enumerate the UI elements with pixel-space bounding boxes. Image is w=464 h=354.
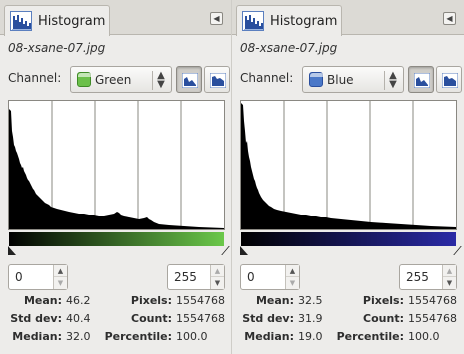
logarithmic-histogram-button[interactable] [204, 66, 230, 93]
percentile-value: 100.0 [408, 330, 440, 343]
stat-row: Median: 32.0 Percentile: 100.0 [0, 330, 232, 346]
histogram-tab[interactable]: Histogram [236, 5, 342, 36]
percentile-label: Percentile: [104, 330, 172, 343]
tab-label: Histogram [270, 13, 338, 29]
tab-label: Histogram [38, 13, 106, 29]
channel-value: Green [95, 72, 132, 87]
mean-label: Mean: [23, 294, 62, 307]
range-min-spinbox[interactable]: 0 ▲ ▼ [240, 264, 300, 290]
range-max-value: 255 [174, 270, 197, 284]
stat-row: Std dev: 40.4 Count: 1554768 [0, 312, 232, 328]
mean-label: Mean: [255, 294, 294, 307]
histogram-icon [10, 11, 32, 31]
channel-gradient-bar [9, 232, 224, 246]
logarithmic-histogram-button[interactable] [436, 66, 462, 93]
stat-row: Std dev: 31.9 Count: 1554768 [232, 312, 464, 328]
spin-buttons: ▲ ▼ [285, 265, 299, 289]
spin-buttons: ▲ ▼ [53, 265, 67, 289]
range-start-handle[interactable] [240, 246, 248, 255]
tab-menu-icon[interactable]: ◀ [443, 12, 456, 25]
range-end-handle[interactable] [217, 246, 225, 255]
stddev-label: Std dev: [242, 312, 294, 325]
median-value: 32.0 [66, 330, 91, 343]
histogram-panel-green: Histogram ◀ 08-xsane-07.jpg Channel: Gre… [0, 0, 232, 354]
increment-icon[interactable]: ▲ [443, 265, 456, 277]
select-divider [152, 71, 153, 90]
count-value: 1554768 [176, 312, 225, 325]
select-arrows-icon: ▲ ▼ [157, 70, 165, 90]
dock-tab-bar: Histogram ◀ [232, 0, 464, 36]
increment-icon[interactable]: ▲ [286, 265, 299, 277]
decrement-icon[interactable]: ▼ [286, 277, 299, 289]
channel-select[interactable]: Green ▲ ▼ [70, 66, 172, 93]
range-start-handle[interactable] [8, 246, 16, 255]
linear-histogram-button[interactable] [176, 66, 202, 93]
stddev-value: 40.4 [66, 312, 91, 325]
median-label: Median: [12, 330, 62, 343]
decrement-icon[interactable]: ▼ [211, 277, 224, 289]
histogram-panel-blue: Histogram ◀ 08-xsane-07.jpg Channel: Blu… [232, 0, 464, 354]
pixels-label: Pixels: [130, 294, 172, 307]
select-arrows-icon: ▲ ▼ [389, 70, 397, 90]
channel-label: Channel: [8, 71, 62, 85]
mean-value: 46.2 [66, 294, 91, 307]
range-min-spinbox[interactable]: 0 ▲ ▼ [8, 264, 68, 290]
range-markers[interactable] [8, 246, 225, 256]
channel-row: Channel: Blue ▲ ▼ [240, 66, 462, 94]
channel-select[interactable]: Blue ▲ ▼ [302, 66, 404, 93]
dock-tab-bar: Histogram ◀ [0, 0, 231, 36]
range-max-spinbox[interactable]: 255 ▲ ▼ [167, 264, 225, 290]
pixels-value: 1554768 [408, 294, 457, 307]
histogram-view[interactable] [8, 100, 225, 230]
count-value: 1554768 [408, 312, 457, 325]
count-label: Count: [131, 312, 172, 325]
stddev-label: Std dev: [10, 312, 62, 325]
spin-buttons: ▲ ▼ [442, 265, 456, 289]
image-filename: 08-xsane-07.jpg [240, 41, 338, 55]
blue-channel-icon [309, 72, 324, 87]
channel-value: Blue [327, 72, 354, 87]
linear-histogram-button[interactable] [408, 66, 434, 93]
increment-icon[interactable]: ▲ [211, 265, 224, 277]
mean-value: 32.5 [298, 294, 323, 307]
increment-icon[interactable]: ▲ [54, 265, 67, 277]
stat-row: Mean: 32.5 Pixels: 1554768 [232, 294, 464, 310]
histogram-icon [242, 11, 264, 31]
range-markers[interactable] [240, 246, 457, 256]
percentile-value: 100.0 [176, 330, 208, 343]
image-filename: 08-xsane-07.jpg [8, 41, 106, 55]
stddev-value: 31.9 [298, 312, 323, 325]
range-max-spinbox[interactable]: 255 ▲ ▼ [399, 264, 457, 290]
stat-row: Median: 19.0 Percentile: 100.0 [232, 330, 464, 346]
histogram-tab[interactable]: Histogram [4, 5, 110, 36]
spin-buttons: ▲ ▼ [210, 265, 224, 289]
stat-row: Mean: 46.2 Pixels: 1554768 [0, 294, 232, 310]
pixels-value: 1554768 [176, 294, 225, 307]
tab-menu-icon[interactable]: ◀ [210, 12, 223, 25]
range-min-value: 0 [247, 270, 255, 284]
median-label: Median: [244, 330, 294, 343]
median-value: 19.0 [298, 330, 323, 343]
green-channel-icon [77, 72, 92, 87]
logarithmic-histogram-icon [210, 73, 226, 88]
linear-histogram-icon [414, 73, 430, 88]
pixels-label: Pixels: [362, 294, 404, 307]
logarithmic-histogram-icon [442, 73, 458, 88]
channel-label: Channel: [240, 71, 294, 85]
count-label: Count: [363, 312, 404, 325]
channel-row: Channel: Green ▲ ▼ [8, 66, 230, 94]
linear-histogram-icon [182, 73, 198, 88]
decrement-icon[interactable]: ▼ [443, 277, 456, 289]
range-max-value: 255 [406, 270, 429, 284]
percentile-label: Percentile: [336, 330, 404, 343]
select-divider [384, 71, 385, 90]
channel-gradient-bar [241, 232, 456, 246]
range-min-value: 0 [15, 270, 23, 284]
histogram-view[interactable] [240, 100, 457, 230]
decrement-icon[interactable]: ▼ [54, 277, 67, 289]
range-end-handle[interactable] [449, 246, 457, 255]
